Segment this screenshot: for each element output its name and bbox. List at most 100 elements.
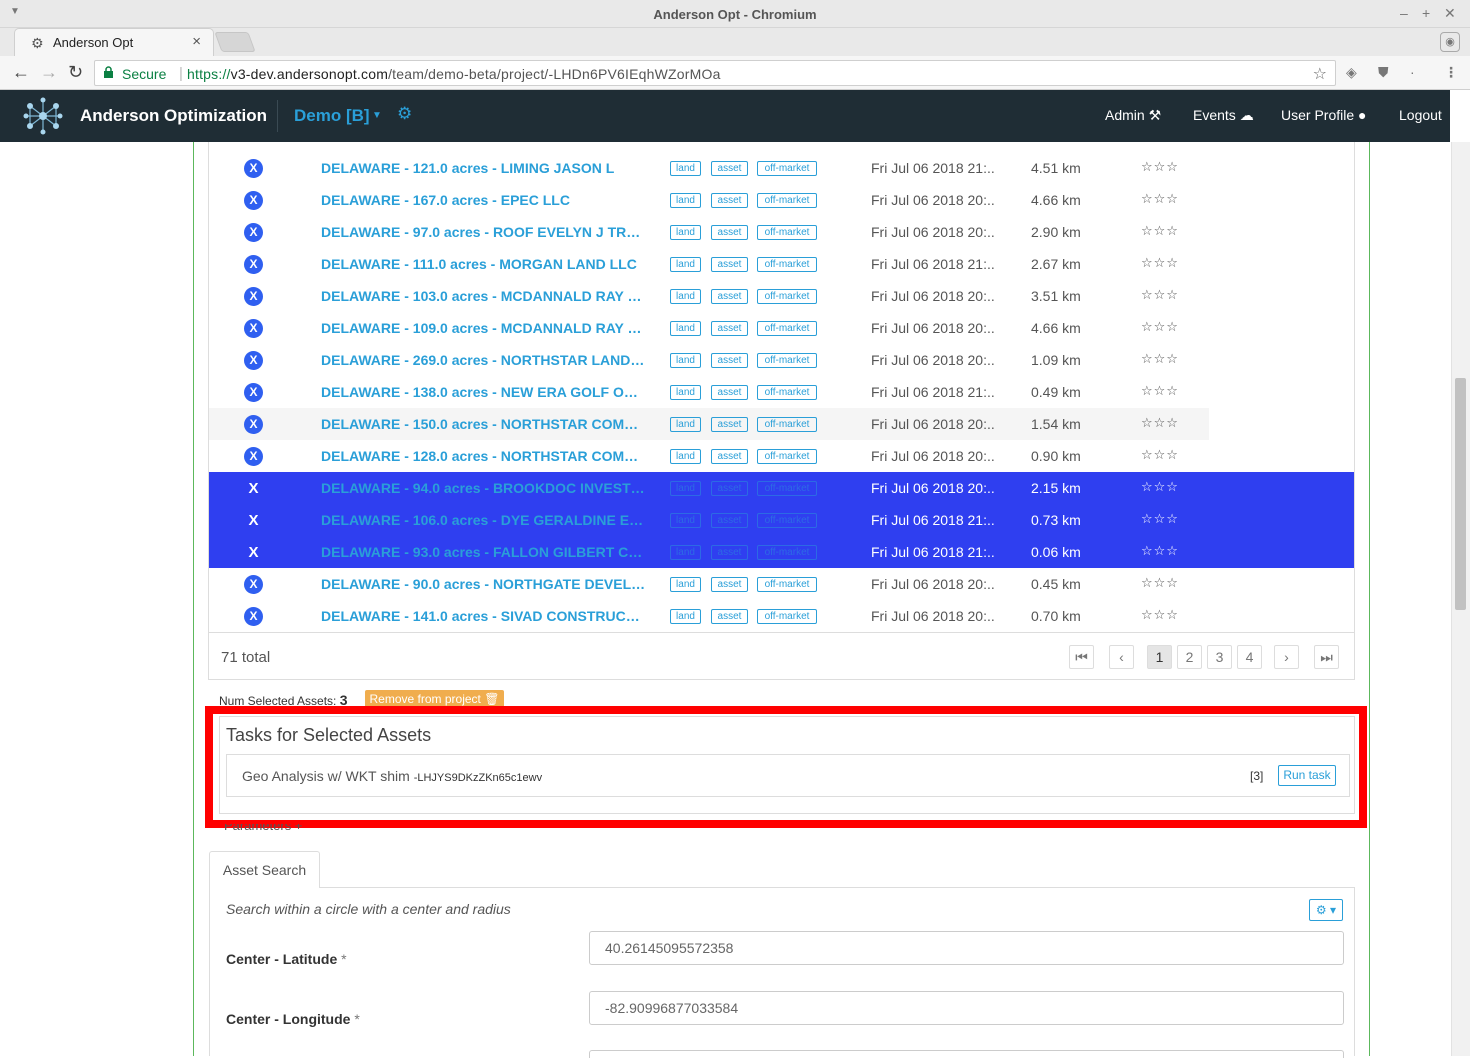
brand-logo-icon[interactable] — [22, 96, 64, 136]
tag-asset[interactable]: asset — [711, 417, 748, 432]
remove-asset-icon[interactable]: X — [244, 447, 263, 466]
address-bar[interactable]: Secure | https://v3-dev.andersonopt.com/… — [94, 60, 1336, 86]
rating-stars-icon[interactable]: ☆☆☆ — [1141, 511, 1179, 527]
asset-name-link[interactable]: DELAWARE - 103.0 acres - MCDANNALD RAY E… — [321, 288, 647, 304]
user-profile-link[interactable]: User Profile ● — [1281, 107, 1367, 123]
browser-profile-icon[interactable]: ◉ — [1440, 32, 1460, 52]
last-page-button[interactable]: ⏭ — [1314, 645, 1339, 669]
rating-stars-icon[interactable]: ☆☆☆ — [1141, 159, 1179, 175]
remove-asset-icon[interactable]: X — [244, 159, 263, 178]
tag-off-market[interactable]: off-market — [757, 321, 817, 336]
remove-asset-icon[interactable]: X — [244, 287, 263, 306]
tag-asset[interactable]: asset — [711, 353, 748, 368]
tag-off-market[interactable]: off-market — [757, 193, 817, 208]
tag-off-market[interactable]: off-market — [757, 161, 817, 176]
forward-icon[interactable]: → — [40, 62, 58, 83]
tag-off-market[interactable]: off-market — [757, 513, 817, 528]
tag-land[interactable]: land — [670, 225, 701, 240]
rating-stars-icon[interactable]: ☆☆☆ — [1141, 351, 1179, 367]
table-row[interactable]: X DELAWARE - 141.0 acres - SIVAD CONSTRUC… — [209, 600, 1354, 632]
table-row[interactable]: X DELAWARE - 103.0 acres - MCDANNALD RAY … — [209, 280, 1354, 312]
tag-land[interactable]: land — [670, 353, 701, 368]
rating-stars-icon[interactable]: ☆☆☆ — [1141, 607, 1179, 623]
tag-asset[interactable]: asset — [711, 161, 748, 176]
rating-stars-icon[interactable]: ☆☆☆ — [1141, 479, 1179, 495]
table-row[interactable]: X DELAWARE - 94.0 acres - BROOKDOC INVEST… — [209, 472, 1354, 504]
tag-off-market[interactable]: off-market — [757, 481, 817, 496]
next-field-input[interactable] — [589, 1050, 1344, 1058]
asset-name-link[interactable]: DELAWARE - 128.0 acres - NORTHSTAR COMME… — [321, 448, 647, 464]
asset-name-link[interactable]: DELAWARE - 106.0 acres - DYE GERALDINE E… — [321, 512, 647, 528]
tag-asset[interactable]: asset — [711, 225, 748, 240]
tag-land[interactable]: land — [670, 449, 701, 464]
chevron-down-icon[interactable]: ▼ — [372, 110, 382, 121]
asset-name-link[interactable]: DELAWARE - 121.0 acres - LIMING JASON L — [321, 160, 647, 176]
page-button-1[interactable]: 1 — [1147, 645, 1172, 669]
table-row[interactable]: X DELAWARE - 121.0 acres - LIMING JASON L… — [209, 152, 1354, 184]
table-row[interactable]: X DELAWARE - 93.0 acres - FALLON GILBERT … — [209, 536, 1354, 568]
extension-ublock-icon[interactable]: ⛊ — [1378, 64, 1389, 81]
rating-stars-icon[interactable]: ☆☆☆ — [1141, 319, 1179, 335]
next-page-button[interactable]: › — [1274, 645, 1299, 669]
tag-asset[interactable]: asset — [711, 385, 748, 400]
reload-icon[interactable]: ↻ — [68, 62, 83, 83]
asset-name-link[interactable]: DELAWARE - 167.0 acres - EPEC LLC — [321, 192, 647, 208]
tag-asset[interactable]: asset — [711, 257, 748, 272]
tab-asset-search[interactable]: Asset Search — [209, 851, 320, 888]
rating-stars-icon[interactable]: ☆☆☆ — [1141, 223, 1179, 239]
asset-name-link[interactable]: DELAWARE - 111.0 acres - MORGAN LAND LLC — [321, 256, 647, 272]
prev-page-button[interactable]: ‹ — [1109, 645, 1134, 669]
remove-asset-icon[interactable]: X — [244, 607, 263, 626]
asset-name-link[interactable]: DELAWARE - 138.0 acres - NEW ERA GOLF OH… — [321, 384, 647, 400]
remove-asset-icon[interactable]: X — [244, 415, 263, 434]
tag-off-market[interactable]: off-market — [757, 609, 817, 624]
table-row[interactable]: X DELAWARE - 167.0 acres - EPEC LLC land as… — [209, 184, 1354, 216]
tag-land[interactable]: land — [670, 193, 701, 208]
events-link[interactable]: Events ☁ — [1193, 107, 1254, 124]
remove-asset-icon[interactable]: X — [244, 575, 263, 594]
tag-asset[interactable]: asset — [711, 609, 748, 624]
rating-stars-icon[interactable]: ☆☆☆ — [1141, 191, 1179, 207]
bookmark-star-icon[interactable]: ☆ — [1313, 64, 1327, 84]
tag-land[interactable]: land — [670, 257, 701, 272]
logout-link[interactable]: Logout — [1399, 107, 1442, 123]
tag-asset[interactable]: asset — [711, 481, 748, 496]
tag-asset[interactable]: asset — [711, 321, 748, 336]
project-settings-gear-icon[interactable]: ⚙ — [397, 104, 412, 124]
table-row[interactable]: X DELAWARE - 128.0 acres - NORTHSTAR COMM… — [209, 440, 1354, 472]
maximize-icon[interactable]: + — [1422, 5, 1430, 21]
extension-shield-icon[interactable]: ◈ — [1346, 64, 1357, 81]
tab-close-icon[interactable]: × — [192, 33, 201, 50]
table-row[interactable]: X DELAWARE - 269.0 acres - NORTHSTAR LAND… — [209, 344, 1354, 376]
tag-land[interactable]: land — [670, 513, 701, 528]
asset-name-link[interactable]: DELAWARE - 97.0 acres - ROOF EVELYN J TR… — [321, 224, 647, 240]
tag-asset[interactable]: asset — [711, 449, 748, 464]
tag-off-market[interactable]: off-market — [757, 577, 817, 592]
tag-land[interactable]: land — [670, 321, 701, 336]
table-row[interactable]: X DELAWARE - 90.0 acres - NORTHGATE DEVEL… — [209, 568, 1354, 600]
browser-menu-icon[interactable]: ⋮ — [1444, 64, 1458, 81]
remove-asset-icon[interactable]: X — [244, 223, 263, 242]
admin-link[interactable]: Admin ⚒ — [1105, 107, 1161, 124]
tag-off-market[interactable]: off-market — [757, 449, 817, 464]
close-window-icon[interactable]: ✕ — [1444, 5, 1456, 22]
tag-off-market[interactable]: off-market — [757, 353, 817, 368]
tag-land[interactable]: land — [670, 289, 701, 304]
page-scrollbar[interactable] — [1451, 142, 1470, 1056]
page-button-4[interactable]: 4 — [1237, 645, 1262, 669]
latitude-input[interactable]: 40.26145095572358 — [589, 931, 1344, 965]
tag-off-market[interactable]: off-market — [757, 289, 817, 304]
tag-land[interactable]: land — [670, 161, 701, 176]
scrollbar-thumb[interactable] — [1455, 378, 1466, 610]
rating-stars-icon[interactable]: ☆☆☆ — [1141, 255, 1179, 271]
tag-asset[interactable]: asset — [711, 577, 748, 592]
remove-asset-icon[interactable]: X — [244, 511, 263, 530]
tag-asset[interactable]: asset — [711, 289, 748, 304]
remove-asset-icon[interactable]: X — [244, 255, 263, 274]
minimize-icon[interactable]: – — [1400, 5, 1408, 21]
tag-land[interactable]: land — [670, 545, 701, 560]
remove-asset-icon[interactable]: X — [244, 351, 263, 370]
remove-asset-icon[interactable]: X — [244, 543, 263, 562]
table-row[interactable]: X DELAWARE - 97.0 acres - ROOF EVELYN J T… — [209, 216, 1354, 248]
remove-asset-icon[interactable]: X — [244, 479, 263, 498]
